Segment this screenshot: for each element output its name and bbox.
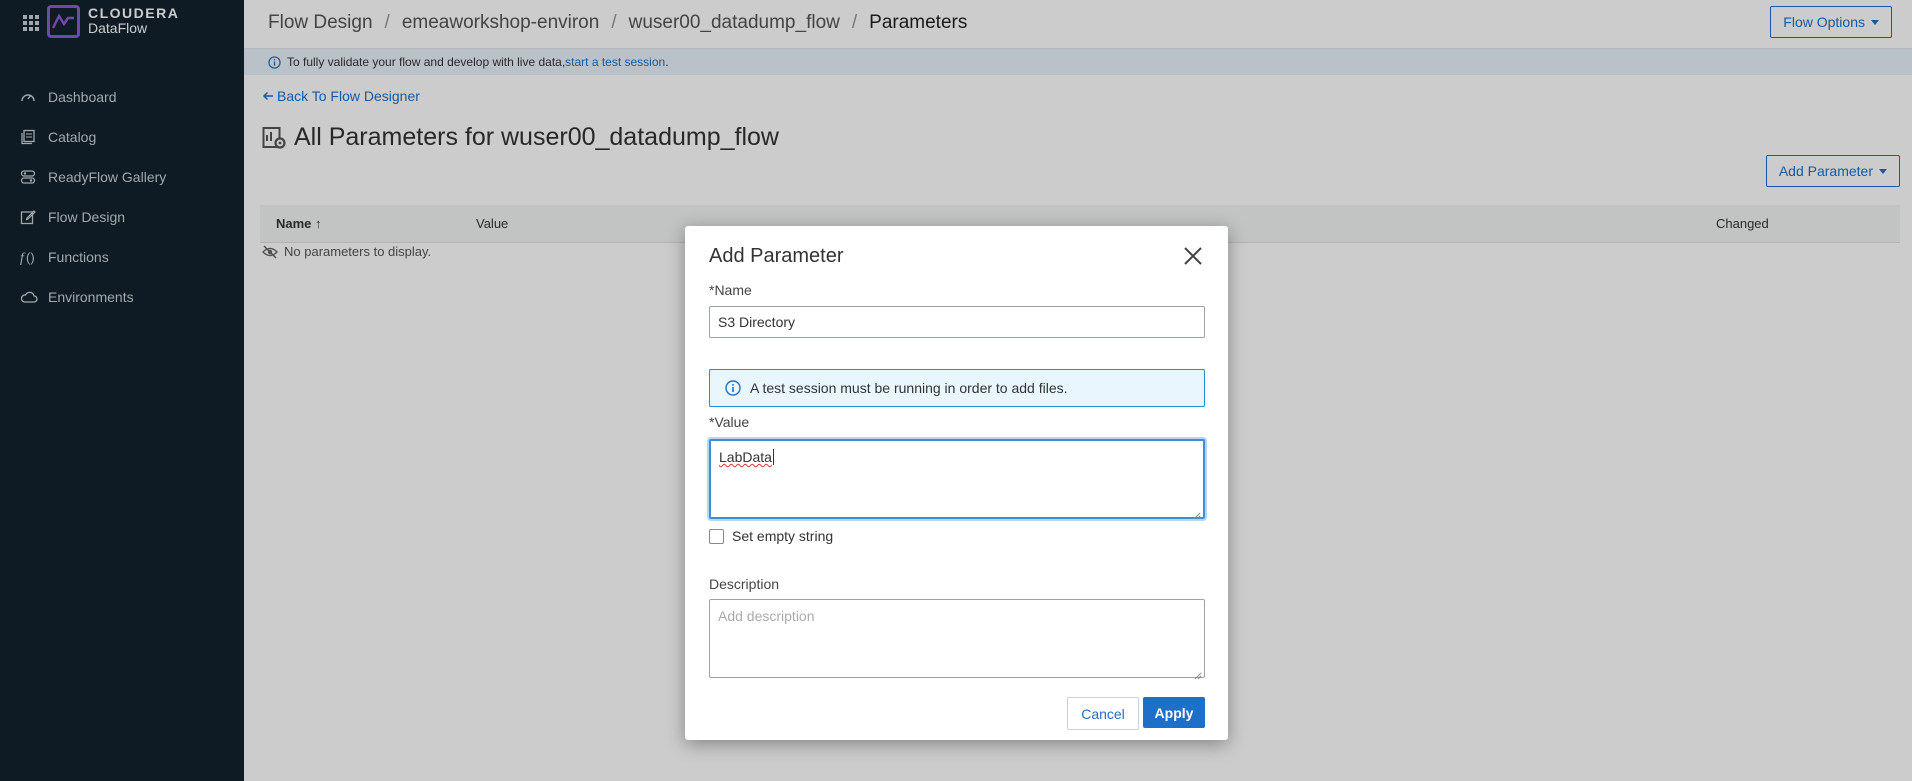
- cancel-button[interactable]: Cancel: [1067, 697, 1139, 730]
- description-field[interactable]: Add description: [709, 599, 1205, 680]
- info-text: A test session must be running in order …: [750, 380, 1068, 396]
- name-label: *Name: [709, 282, 752, 298]
- info-icon: [725, 380, 741, 396]
- description-label: Description: [709, 576, 780, 592]
- value-text: LabData: [719, 449, 772, 465]
- description-placeholder: Add description: [718, 608, 815, 624]
- apply-button[interactable]: Apply: [1143, 697, 1205, 728]
- set-empty-string-row[interactable]: Set empty string: [709, 528, 833, 544]
- set-empty-string-checkbox[interactable]: [709, 528, 724, 544]
- add-parameter-dialog: Add Parameter *Name A test session must …: [685, 226, 1228, 740]
- resize-handle-icon[interactable]: [1194, 667, 1202, 680]
- text-cursor: [772, 449, 774, 465]
- value-label: *Value: [709, 414, 750, 430]
- test-session-info: A test session must be running in order …: [709, 369, 1205, 407]
- name-field[interactable]: [709, 306, 1205, 338]
- close-icon[interactable]: [1180, 243, 1206, 269]
- set-empty-string-label: Set empty string: [732, 528, 834, 544]
- dialog-title: Add Parameter: [709, 245, 844, 267]
- value-field[interactable]: LabData: [709, 439, 1205, 520]
- resize-handle-icon[interactable]: [1193, 507, 1201, 520]
